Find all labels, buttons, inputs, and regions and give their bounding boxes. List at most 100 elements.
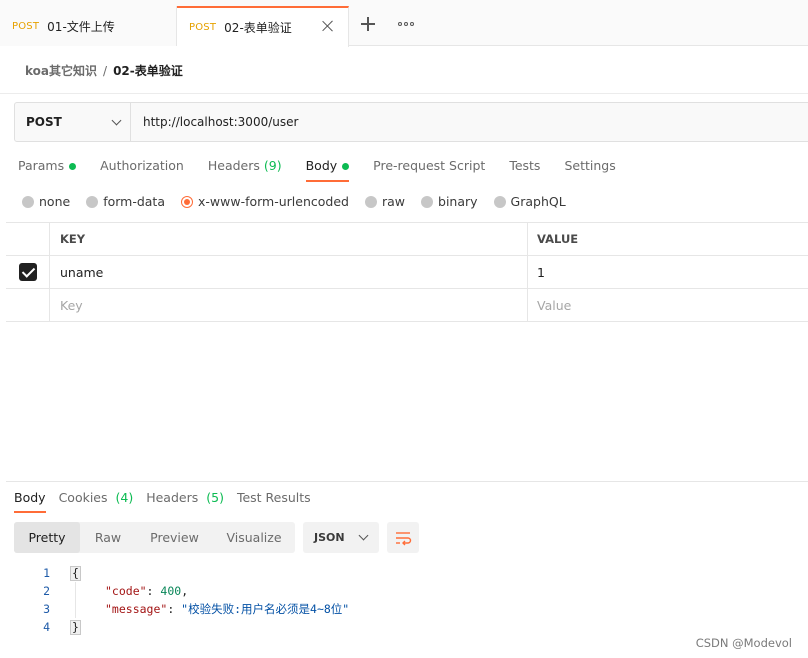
method-dropdown[interactable]: POST — [15, 103, 131, 141]
radio-label: raw — [381, 194, 406, 209]
radio-form-data[interactable]: form-data — [86, 194, 165, 209]
tab-settings[interactable]: Settings — [564, 158, 615, 182]
radio-binary[interactable]: binary — [421, 194, 478, 209]
tab-prerequest-script[interactable]: Pre-request Script — [373, 158, 485, 182]
code-line: 3 "message": "校验失败:用户名必须是4~8位" — [20, 600, 349, 618]
indent-guide — [75, 600, 105, 618]
radio-icon — [86, 195, 99, 208]
tab-label: Params — [18, 158, 65, 173]
tab-response-body[interactable]: Body — [14, 490, 46, 513]
plus-icon[interactable] — [360, 16, 376, 32]
tab-count: (5) — [206, 490, 224, 505]
url-bar: POST — [14, 102, 808, 142]
radio-urlencoded[interactable]: x-www-form-urlencoded — [181, 194, 349, 209]
body-type-selector: none form-data x-www-form-urlencoded raw… — [22, 194, 582, 209]
more-options-icon[interactable] — [398, 22, 414, 26]
tab-tests[interactable]: Tests — [509, 158, 540, 182]
line-number: 2 — [43, 584, 50, 598]
tab-method-label: POST — [12, 20, 40, 32]
table-row-empty: Key Value — [6, 289, 808, 322]
tab-body[interactable]: Body — [305, 158, 350, 182]
response-code-viewer[interactable]: 1 { 2 "code": 400, 3 "message": "校验失败:用户… — [20, 564, 349, 636]
format-label: JSON — [314, 531, 345, 544]
tab-headers[interactable]: Headers (9) — [208, 158, 282, 182]
radio-label: GraphQL — [510, 194, 566, 209]
json-colon: : — [167, 602, 182, 616]
key-cell[interactable]: uname — [50, 256, 528, 288]
tab-params[interactable]: Params — [18, 158, 77, 182]
response-divider[interactable] — [6, 481, 808, 482]
row-checkbox-cell — [6, 256, 50, 288]
row-checkbox-cell — [6, 289, 50, 321]
radio-label: binary — [438, 194, 478, 209]
radio-raw[interactable]: raw — [364, 194, 406, 209]
radio-icon — [421, 195, 434, 208]
tab-authorization[interactable]: Authorization — [100, 158, 184, 182]
response-tabs: Body Cookies (4) Headers (5) Test Result… — [14, 490, 324, 513]
table-row: uname 1 — [6, 256, 808, 289]
json-number: 400 — [160, 584, 182, 598]
tab-label: Headers — [146, 490, 199, 505]
value-placeholder[interactable]: Value — [528, 289, 808, 321]
breadcrumb-separator: / — [103, 63, 108, 78]
chevron-down-icon — [111, 115, 122, 125]
tab-label: Cookies — [58, 490, 108, 505]
method-label: POST — [26, 115, 62, 129]
json-comma: , — [181, 584, 189, 598]
tab-cookies[interactable]: Cookies (4) — [59, 490, 134, 513]
divider — [0, 93, 808, 94]
wrap-lines-button[interactable] — [387, 522, 419, 553]
table-header-row: KEY VALUE — [6, 223, 808, 256]
format-dropdown[interactable]: JSON — [303, 522, 379, 553]
tab-label: Body — [305, 158, 338, 173]
json-brace: { — [70, 565, 81, 581]
watermark: CSDN @Modevol — [695, 636, 792, 650]
request-tab-bar: POST 01-文件上传 POST 02-表单验证 — [0, 0, 808, 47]
tab-count: (4) — [115, 490, 134, 505]
checkbox-checked-icon[interactable] — [18, 263, 37, 281]
tab-response-headers[interactable]: Headers (5) — [146, 490, 224, 513]
line-number: 3 — [43, 602, 50, 616]
key-placeholder[interactable]: Key — [50, 289, 528, 321]
code-line: 2 "code": 400, — [20, 582, 349, 600]
tab-label: Tests — [509, 158, 541, 173]
json-key: "message" — [105, 602, 168, 616]
value-column-header: VALUE — [537, 232, 579, 246]
tab-name: 02-表单验证 — [224, 21, 292, 35]
view-visualize-button[interactable]: Visualize — [213, 522, 295, 553]
status-dot-icon — [342, 163, 350, 170]
tab-method-label: POST — [189, 22, 217, 33]
tab-label: Authorization — [100, 158, 184, 173]
json-brace: } — [70, 619, 81, 635]
tab-label: Pre-request Script — [373, 158, 486, 173]
view-preview-button[interactable]: Preview — [136, 522, 213, 553]
tab-test-results[interactable]: Test Results — [237, 490, 311, 513]
code-line: 1 { — [20, 564, 349, 582]
view-raw-button[interactable]: Raw — [80, 522, 136, 553]
radio-checked-icon — [181, 195, 193, 208]
radio-icon — [22, 195, 34, 208]
radio-label: x-www-form-urlencoded — [198, 194, 349, 209]
line-number: 1 — [43, 566, 50, 580]
tab-name: 01-文件上传 — [47, 19, 115, 34]
tab-file-upload[interactable]: POST 01-文件上传 — [0, 6, 177, 46]
breadcrumb-current: 02-表单验证 — [113, 64, 183, 78]
value-cell[interactable]: 1 — [528, 256, 808, 288]
chevron-down-icon — [358, 530, 369, 541]
url-input[interactable] — [131, 103, 808, 141]
radio-label: none — [39, 194, 71, 209]
json-string: "校验失败:用户名必须是4~8位" — [181, 602, 350, 616]
breadcrumb-parent[interactable]: koa其它知识 — [25, 62, 97, 79]
indent-guide — [75, 582, 105, 600]
line-number: 4 — [43, 620, 50, 634]
breadcrumb: koa其它知识 / 02-表单验证 — [25, 62, 183, 79]
radio-icon — [493, 195, 506, 208]
close-icon[interactable] — [320, 18, 336, 34]
tab-count: (9) — [263, 158, 282, 173]
radio-none[interactable]: none — [22, 194, 70, 209]
tab-form-validation[interactable]: POST 02-表单验证 — [177, 6, 349, 47]
request-tabs: Params Authorization Headers (9) Body Pr… — [18, 158, 640, 182]
radio-graphql[interactable]: GraphQL — [493, 194, 566, 209]
body-params-table: KEY VALUE uname 1 Key Value — [6, 222, 808, 322]
view-pretty-button[interactable]: Pretty — [14, 522, 80, 553]
